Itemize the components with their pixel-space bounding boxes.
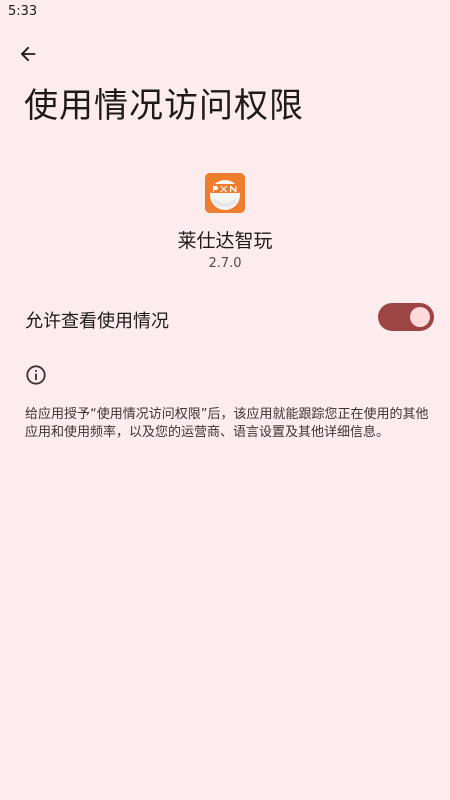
app-name: 莱仕达智玩 bbox=[177, 230, 273, 252]
pxn-logo-icon bbox=[205, 173, 245, 213]
usage-access-screen: 5:33 使用情况访问权限 莱仕达智玩 2.7.0 允许查看使用情况 给应用授予… bbox=[0, 0, 450, 800]
allow-usage-access-toggle[interactable] bbox=[378, 303, 434, 331]
arrow-back-icon bbox=[20, 46, 36, 62]
allow-usage-access-label: 允许查看使用情况 bbox=[25, 311, 169, 332]
info-icon bbox=[25, 364, 47, 386]
back-button[interactable] bbox=[12, 38, 44, 70]
app-icon bbox=[205, 173, 245, 213]
allow-usage-access-row[interactable]: 允许查看使用情况 bbox=[0, 296, 450, 342]
status-bar: 5:33 bbox=[0, 0, 450, 26]
page-title: 使用情况访问权限 bbox=[24, 86, 304, 126]
status-time: 5:33 bbox=[8, 4, 38, 19]
app-version: 2.7.0 bbox=[208, 256, 242, 271]
toggle-thumb bbox=[410, 307, 430, 327]
usage-access-description: 给应用授予“使用情况访问权限”后，该应用就能跟踪您正在使用的其他应用和使用频率，… bbox=[25, 407, 429, 440]
